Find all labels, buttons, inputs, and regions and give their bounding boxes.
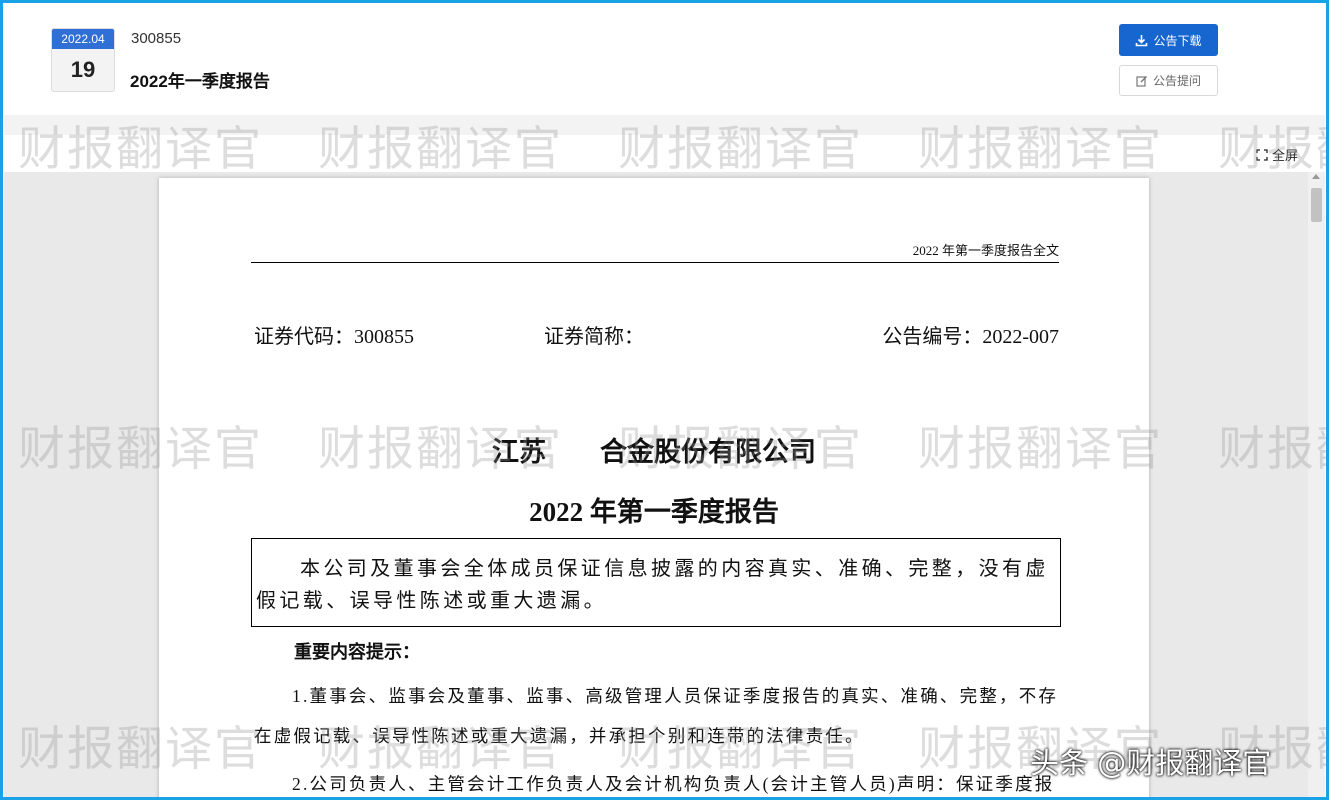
pdf-viewer[interactable]: 2022 年第一季度报告全文 证券代码：300855 证券简称： 公告编号：20… xyxy=(4,172,1325,797)
running-head: 2022 年第一季度报告全文 xyxy=(251,240,1059,263)
disclosure-notice-text: 本公司及董事会全体成员保证信息披露的内容真实、准确、完整，没有虚假记载、误导性陈… xyxy=(256,558,1049,612)
announcement-header: 2022.04 19 300855 2022年一季度报告 公告下载 公告提问 全… xyxy=(0,0,1329,172)
ask-question-button[interactable]: 公告提问 xyxy=(1119,65,1218,96)
watermark-band xyxy=(4,115,1325,135)
download-icon xyxy=(1136,34,1148,46)
ask-question-label: 公告提问 xyxy=(1152,74,1201,88)
announcement-number: 公告编号：2022-007 xyxy=(882,326,1059,348)
paragraph-item-2: 2.公司负责人、主管会计工作负责人及会计机构负责人(会计主管人员)声明：保证季度… xyxy=(254,764,1062,797)
section-title: 重要内容提示： xyxy=(294,642,420,663)
document-title: 2022 年第一季度报告 xyxy=(529,497,779,527)
paragraph-item-2-text: 2.公司负责人、主管会计工作负责人及会计机构负责人(会计主管人员)声明：保证季度… xyxy=(292,774,1055,794)
security-abbreviation: 证券简称： xyxy=(544,326,644,348)
date-badge: 2022.04 19 xyxy=(51,28,115,92)
download-button[interactable]: 公告下载 xyxy=(1119,24,1218,56)
toutiao-attribution: 头条 @财报翻译官 xyxy=(1030,746,1272,780)
paragraph-item-1-text: 1.董事会、监事会及董事、监事、高级管理人员保证季度报告的真实、准确、完整，不存… xyxy=(254,686,1059,746)
fullscreen-label: 全屏 xyxy=(1272,148,1299,163)
disclosure-notice-box: 本公司及董事会全体成员保证信息披露的内容真实、准确、完整，没有虚假记载、误导性陈… xyxy=(251,538,1061,627)
document-page: 2022 年第一季度报告全文 证券代码：300855 证券简称： 公告编号：20… xyxy=(159,178,1149,797)
fullscreen-button[interactable]: 全屏 xyxy=(1256,145,1298,164)
edit-icon xyxy=(1136,75,1147,87)
company-name: 江苏 合金股份有限公司 xyxy=(159,430,1149,469)
stock-code: 300855 xyxy=(131,30,182,47)
company-name-part1: 江苏 xyxy=(492,437,546,468)
company-name-part2: 合金股份有限公司 xyxy=(600,437,816,468)
report-title: 2022年一季度报告 xyxy=(130,72,270,91)
scroll-up-arrow-icon[interactable] xyxy=(1312,174,1320,179)
scrollbar-thumb[interactable] xyxy=(1311,188,1322,222)
date-day: 19 xyxy=(70,57,96,82)
vertical-scrollbar[interactable] xyxy=(1308,172,1325,797)
paragraph-item-1: 1.董事会、监事会及董事、监事、高级管理人员保证季度报告的真实、准确、完整，不存… xyxy=(254,676,1062,756)
security-code: 证券代码：300855 xyxy=(254,326,414,348)
fullscreen-icon xyxy=(1256,148,1268,161)
download-label: 公告下载 xyxy=(1153,33,1202,48)
date-year-month: 2022.04 xyxy=(52,29,114,49)
